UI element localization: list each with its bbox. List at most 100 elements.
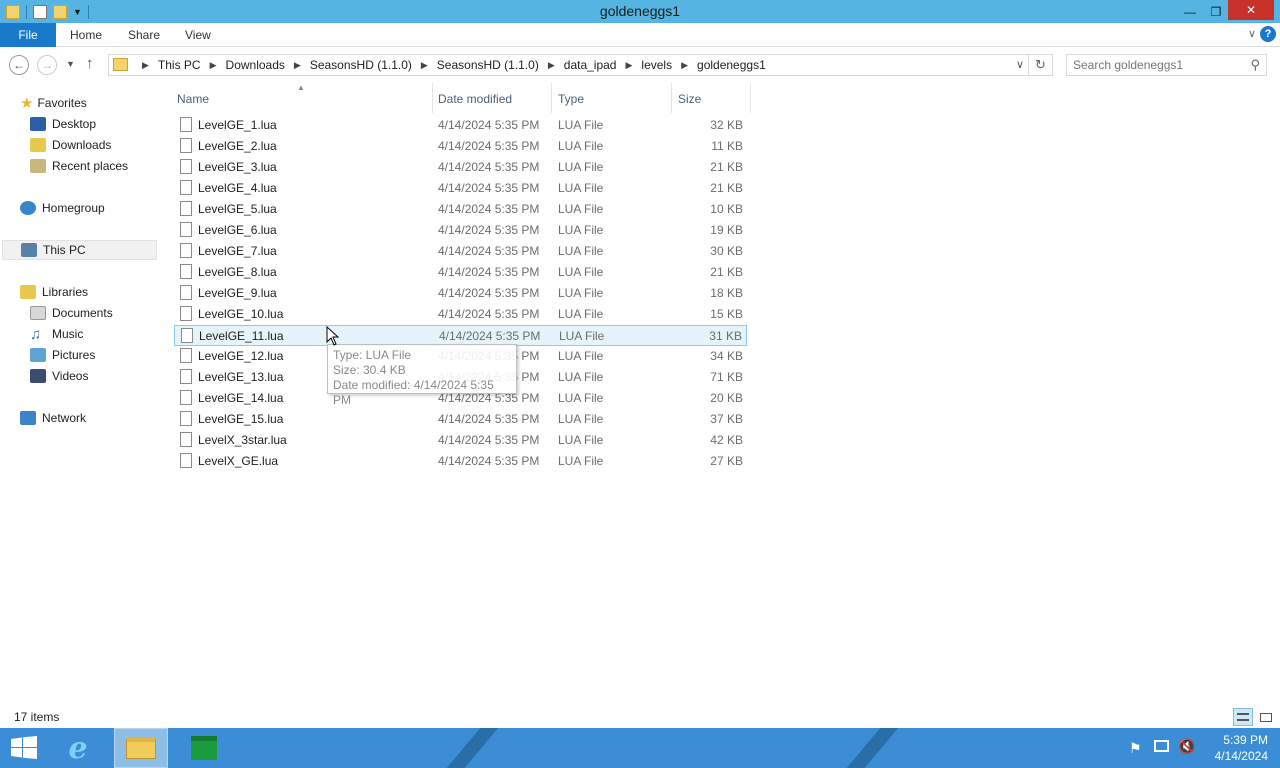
breadcrumb-levels[interactable]: levels (637, 55, 676, 75)
table-row[interactable]: LevelGE_1.lua 4/14/2024 5:35 PM LUA File 32… (174, 115, 747, 136)
column-divider[interactable] (551, 83, 552, 113)
taskbar-file-explorer[interactable] (114, 728, 168, 768)
search-icon[interactable]: ⚲ (1250, 57, 1260, 73)
breadcrumb-downloads[interactable]: Downloads (222, 55, 289, 75)
column-header-date[interactable]: Date modified (438, 89, 512, 109)
nav-this-pc[interactable]: This PC (2, 240, 157, 260)
table-row[interactable]: LevelGE_9.lua 4/14/2024 5:35 PM LUA File 18… (174, 283, 747, 304)
file-tooltip: Type: LUA File Size: 30.4 KB Date modifi… (327, 344, 517, 407)
file-name: LevelGE_9.lua (198, 286, 277, 300)
minimize-button[interactable]: — (1178, 0, 1202, 23)
windows-logo-icon (11, 736, 37, 759)
table-row[interactable]: LevelX_3star.lua 4/14/2024 5:35 PM LUA Fil… (174, 430, 747, 451)
breadcrumb-seasonshd-2[interactable]: SeasonsHD (1.1.0) (433, 55, 543, 75)
forward-button[interactable]: → (37, 55, 57, 75)
breadcrumb-goldeneggs1[interactable]: goldeneggs1 (693, 55, 770, 75)
nav-libraries[interactable]: Libraries (20, 282, 88, 302)
navigation-bar: ← → ▼ ↑ ▶ This PC ▶ Downloads ▶ SeasonsH… (0, 47, 1280, 83)
search-input[interactable] (1073, 58, 1243, 72)
tab-share[interactable]: Share (114, 23, 174, 47)
file-size: 10 KB (710, 202, 743, 216)
taskbar-internet-explorer[interactable]: e (54, 728, 102, 768)
breadcrumb-separator-icon[interactable]: ▶ (416, 55, 433, 75)
file-size: 31 KB (709, 329, 742, 343)
breadcrumb-data-ipad[interactable]: data_ipad (560, 55, 621, 75)
table-row[interactable]: LevelGE_10.lua 4/14/2024 5:35 PM LUA File 1… (174, 304, 747, 325)
breadcrumb-separator-icon[interactable]: ▶ (205, 55, 222, 75)
column-header-type[interactable]: Type (558, 89, 584, 109)
file-size: 15 KB (710, 307, 743, 321)
table-row[interactable]: LevelX_GE.lua 4/14/2024 5:35 PM LUA File 27… (174, 451, 747, 472)
table-row[interactable]: LevelGE_3.lua 4/14/2024 5:35 PM LUA File 21… (174, 157, 747, 178)
address-dropdown-icon[interactable]: ∨ (1016, 58, 1024, 71)
column-header-size[interactable]: Size (678, 89, 701, 109)
taskbar-store[interactable] (180, 728, 228, 768)
refresh-button[interactable]: ↻ (1028, 55, 1052, 75)
file-type: LUA File (559, 329, 605, 343)
taskbar-clock[interactable]: 5:39 PM 4/14/2024 (1215, 732, 1268, 764)
column-divider[interactable] (750, 83, 751, 113)
internet-explorer-icon: e (68, 730, 88, 766)
help-icon[interactable]: ? (1260, 26, 1276, 42)
volume-muted-icon[interactable]: 🔇 (1178, 738, 1195, 755)
column-divider[interactable] (432, 83, 433, 113)
action-center-flag-icon[interactable]: ⚑ (1129, 740, 1142, 757)
back-button[interactable]: ← (9, 55, 29, 75)
nav-pictures[interactable]: Pictures (30, 345, 95, 365)
file-icon (180, 159, 192, 174)
nav-recent-places[interactable]: Recent places (30, 156, 128, 176)
file-icon (180, 264, 192, 279)
nav-music[interactable]: ♫ Music (30, 324, 83, 344)
file-size: 37 KB (710, 412, 743, 426)
breadcrumb-separator-icon[interactable]: ▶ (137, 55, 154, 75)
table-row[interactable]: LevelGE_2.lua 4/14/2024 5:35 PM LUA File 11… (174, 136, 747, 157)
nav-desktop[interactable]: Desktop (30, 114, 96, 134)
table-row[interactable]: LevelGE_7.lua 4/14/2024 5:35 PM LUA File 30… (174, 241, 747, 262)
nav-homegroup[interactable]: Homegroup (20, 198, 105, 218)
search-box[interactable]: ⚲ (1066, 54, 1267, 76)
breadcrumb-separator-icon[interactable]: ▶ (289, 55, 306, 75)
tab-file[interactable]: File (0, 23, 56, 47)
close-button[interactable]: ✕ (1228, 0, 1274, 20)
nav-videos[interactable]: Videos (30, 366, 88, 386)
file-date-modified: 4/14/2024 5:35 PM (438, 454, 540, 468)
address-bar[interactable]: ▶ This PC ▶ Downloads ▶ SeasonsHD (1.1.0… (108, 54, 1053, 76)
file-icon (180, 411, 192, 426)
recent-locations-dropdown[interactable]: ▼ (66, 59, 75, 69)
nav-network[interactable]: Network (20, 408, 86, 428)
up-button[interactable]: ↑ (86, 55, 94, 72)
table-row[interactable]: LevelGE_6.lua 4/14/2024 5:35 PM LUA File 19… (174, 220, 747, 241)
table-row[interactable]: LevelGE_8.lua 4/14/2024 5:35 PM LUA File 21… (174, 262, 747, 283)
column-divider[interactable] (671, 83, 672, 113)
breadcrumb-separator-icon[interactable]: ▶ (543, 55, 560, 75)
details-view-button[interactable] (1233, 708, 1253, 726)
file-name: LevelGE_4.lua (198, 181, 277, 195)
file-icon (180, 390, 192, 405)
nav-favorites[interactable]: ★ Favorites (20, 93, 87, 113)
nav-downloads[interactable]: Downloads (30, 135, 111, 155)
breadcrumb-separator-icon[interactable]: ▶ (676, 55, 693, 75)
breadcrumb-separator-icon[interactable]: ▶ (620, 55, 637, 75)
large-icons-view-button[interactable] (1256, 708, 1276, 726)
file-size: 19 KB (710, 223, 743, 237)
breadcrumb-seasonshd-1[interactable]: SeasonsHD (1.1.0) (306, 55, 416, 75)
tab-home[interactable]: Home (56, 23, 116, 47)
computer-icon (21, 243, 37, 257)
network-tray-icon[interactable] (1154, 740, 1169, 752)
table-row[interactable]: LevelGE_4.lua 4/14/2024 5:35 PM LUA File 21… (174, 178, 747, 199)
breadcrumb-this-pc[interactable]: This PC (154, 55, 205, 75)
tab-view[interactable]: View (171, 23, 225, 47)
file-type: LUA File (558, 454, 604, 468)
start-button[interactable] (0, 728, 48, 768)
file-date-modified: 4/14/2024 5:35 PM (438, 265, 540, 279)
file-name: LevelGE_1.lua (198, 118, 277, 132)
table-row[interactable]: LevelGE_15.lua 4/14/2024 5:35 PM LUA File 3… (174, 409, 747, 430)
restore-button[interactable]: ❐ (1204, 0, 1228, 23)
expand-ribbon-icon[interactable]: ∨ (1248, 27, 1256, 40)
table-row[interactable]: LevelGE_11.lua 4/14/2024 5:35 PM LUA File 3… (174, 325, 747, 346)
file-icon (180, 432, 192, 447)
clock-time: 5:39 PM (1223, 733, 1268, 747)
table-row[interactable]: LevelGE_5.lua 4/14/2024 5:35 PM LUA File 10… (174, 199, 747, 220)
column-header-name[interactable]: Name (177, 89, 209, 109)
nav-documents[interactable]: Documents (30, 303, 113, 323)
